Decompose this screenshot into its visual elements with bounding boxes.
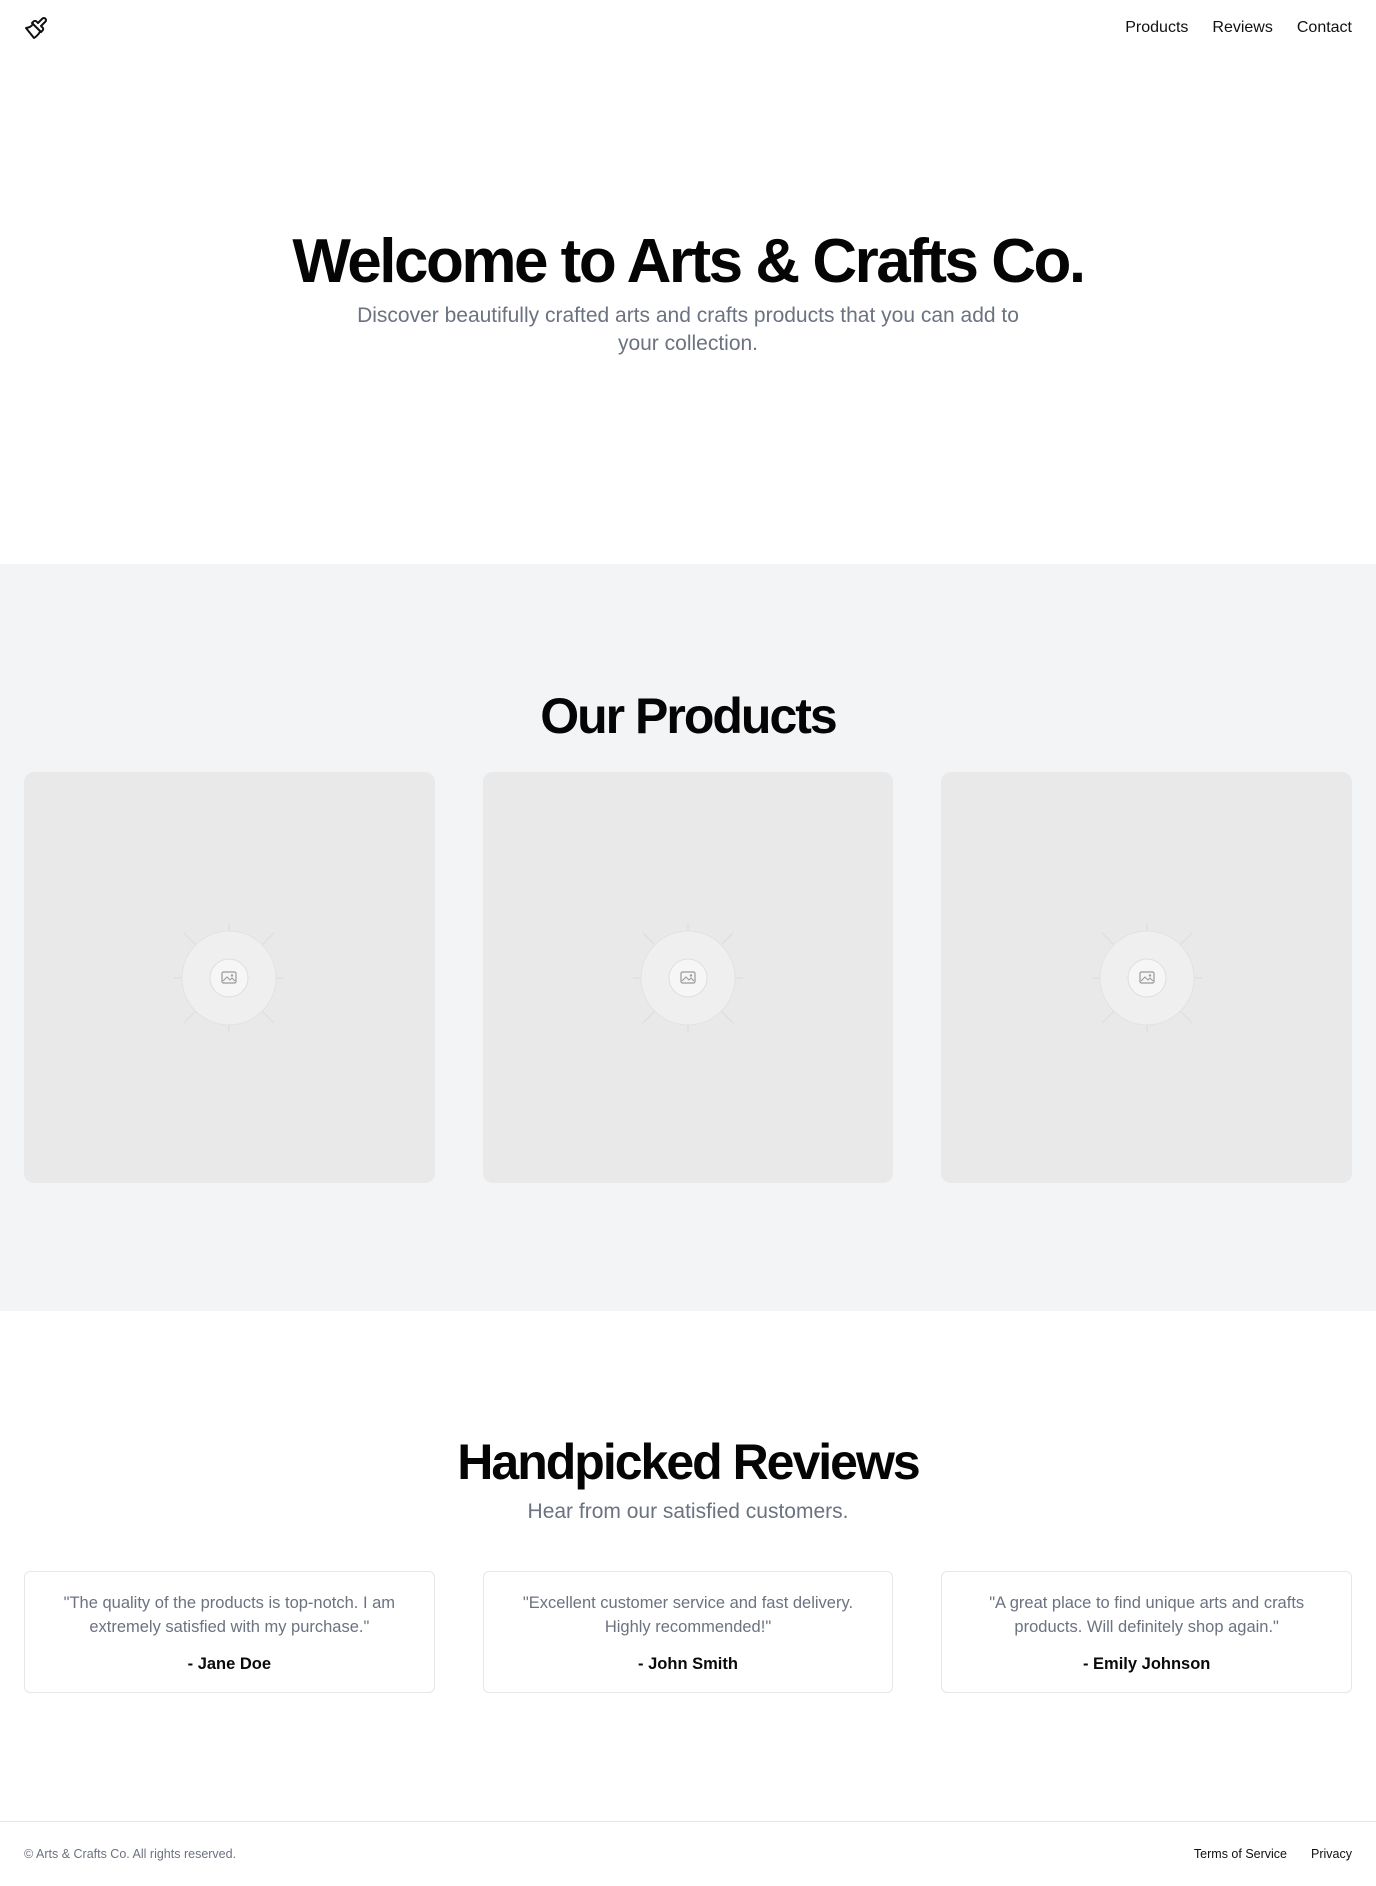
image-placeholder-icon xyxy=(1091,922,1202,1033)
review-card: "Excellent customer service and fast del… xyxy=(482,1571,894,1693)
hero-subtitle: Discover beautifully crafted arts and cr… xyxy=(357,304,1019,356)
nav-link-products[interactable]: Products xyxy=(1125,19,1188,37)
product-card[interactable] xyxy=(24,772,435,1183)
review-quote: "Excellent customer service and fast del… xyxy=(522,1593,854,1636)
footer-link-terms[interactable]: Terms of Service xyxy=(1194,1847,1287,1861)
nav-link-reviews[interactable]: Reviews xyxy=(1212,19,1272,37)
logo-link[interactable] xyxy=(24,16,48,40)
products-title: Our Products xyxy=(540,688,837,744)
review-card: "A great place to find unique arts and c… xyxy=(941,1571,1353,1693)
footer-nav: Terms of Service Privacy xyxy=(1194,1847,1352,1861)
review-author: - Emily Johnson xyxy=(1082,1654,1211,1673)
reviews-title: Handpicked Reviews xyxy=(457,1434,920,1490)
page: Products Reviews Contact Welcome to Arts… xyxy=(0,0,1376,1886)
review-card: "The quality of the products is top-notc… xyxy=(24,1571,435,1693)
review-quote: "The quality of the products is top-notc… xyxy=(63,1593,396,1636)
site-header: Products Reviews Contact xyxy=(0,0,1376,56)
reviews-subtitle: Hear from our satisfied customers. xyxy=(527,1500,849,1523)
copyright-text: © Arts & Crafts Co. All rights reserved. xyxy=(24,1847,237,1861)
hero-title: Welcome to Arts & Crafts Co. xyxy=(292,226,1086,296)
paintbrush-icon xyxy=(25,17,47,39)
products-section: Our Products xyxy=(0,564,1376,1311)
review-grid: "The quality of the products is top-notc… xyxy=(24,1571,1353,1693)
product-grid xyxy=(24,772,1353,1183)
image-placeholder-icon xyxy=(633,922,743,1033)
product-card[interactable] xyxy=(941,772,1353,1183)
review-quote: "A great place to find unique arts and c… xyxy=(989,1593,1305,1636)
image-placeholder-icon xyxy=(174,922,285,1033)
site-footer: © Arts & Crafts Co. All rights reserved.… xyxy=(0,1821,1376,1886)
footer-link-privacy[interactable]: Privacy xyxy=(1311,1847,1352,1861)
reviews-section: Handpicked Reviews Hear from our satisfi… xyxy=(0,1311,1376,1821)
product-card[interactable] xyxy=(482,772,894,1183)
hero-section: Welcome to Arts & Crafts Co. Discover be… xyxy=(0,56,1376,564)
main-nav: Products Reviews Contact xyxy=(1125,19,1352,37)
review-author: - Jane Doe xyxy=(187,1654,272,1673)
review-author: - John Smith xyxy=(638,1654,738,1673)
nav-link-contact[interactable]: Contact xyxy=(1297,19,1352,37)
